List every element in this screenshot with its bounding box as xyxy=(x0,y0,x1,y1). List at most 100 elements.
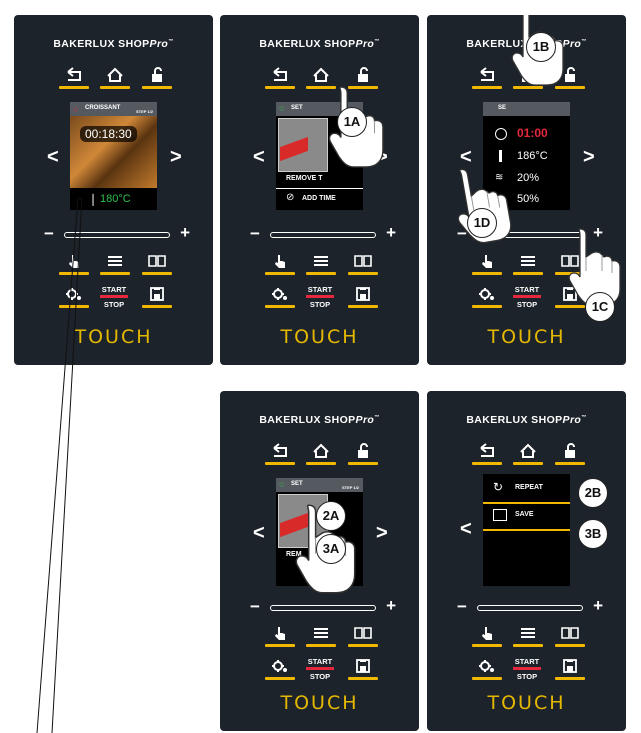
underline xyxy=(472,305,502,308)
menu-button[interactable] xyxy=(306,253,336,275)
slider-track[interactable] xyxy=(64,232,170,238)
back-button[interactable] xyxy=(59,67,89,89)
recipe-book-button[interactable] xyxy=(142,253,172,275)
underline xyxy=(306,462,336,465)
temp-row: ❘ 180°C xyxy=(70,188,157,210)
save-button[interactable] xyxy=(555,658,585,680)
next-arrow[interactable]: > xyxy=(376,523,388,543)
home-button[interactable] xyxy=(100,67,130,89)
menu-button[interactable] xyxy=(306,625,336,647)
recipe-book-button[interactable] xyxy=(555,625,585,647)
manual-mode-button[interactable] xyxy=(59,253,89,275)
manual-mode-button[interactable] xyxy=(472,625,502,647)
adjust-slider[interactable]: − + xyxy=(250,596,396,617)
adjust-slider[interactable]: − + xyxy=(44,223,190,244)
prev-arrow[interactable]: < xyxy=(253,147,265,167)
slider-track[interactable] xyxy=(270,605,376,611)
prev-arrow[interactable]: < xyxy=(460,519,472,539)
repeat-item[interactable]: REPEAT xyxy=(515,484,570,491)
back-button[interactable] xyxy=(472,67,502,89)
back-button[interactable] xyxy=(265,67,295,89)
oven-panel-1: BAKERLUX SHOPPro™ < > ○ CROISSANT STEP 1/2 0… xyxy=(14,15,213,365)
underline xyxy=(472,677,502,680)
start-bar xyxy=(513,667,541,670)
settings-button[interactable] xyxy=(265,286,295,308)
adjust-slider[interactable]: − + xyxy=(250,223,396,244)
minus-button[interactable]: − xyxy=(457,597,467,617)
adjust-slider[interactable]: − + xyxy=(457,596,603,617)
plus-button[interactable]: + xyxy=(180,223,190,243)
minus-button[interactable]: − xyxy=(44,224,54,244)
underline xyxy=(472,462,502,465)
start-bar xyxy=(306,667,334,670)
oven-panel-2: BAKERLUX SHOPPro™<> ○SETSTEP 1/2 REMOVE … xyxy=(220,15,419,365)
underline xyxy=(142,272,172,275)
callout-badge: 1A xyxy=(337,107,367,137)
recipe-book-button[interactable] xyxy=(348,253,378,275)
manual-mode-button[interactable] xyxy=(265,253,295,275)
unlock-button[interactable] xyxy=(348,443,378,465)
manual-mode-button[interactable] xyxy=(265,625,295,647)
next-arrow[interactable]: > xyxy=(170,147,182,167)
save-item[interactable]: SAVE xyxy=(515,511,570,518)
prev-arrow[interactable]: < xyxy=(253,523,265,543)
home-button[interactable] xyxy=(513,443,543,465)
prev-arrow[interactable]: < xyxy=(47,147,59,167)
brand-logo: BAKERLUX SHOPPro™ xyxy=(259,414,380,426)
brand-logo: BAKERLUX SHOPPro™ xyxy=(466,414,587,426)
humidity-value: 20% xyxy=(517,172,540,184)
menu-button[interactable] xyxy=(513,625,543,647)
start-stop-button[interactable]: START STOP xyxy=(300,655,340,685)
settings-button[interactable] xyxy=(59,286,89,308)
start-bar xyxy=(306,295,334,298)
start-label: START xyxy=(514,285,540,294)
menu-button[interactable] xyxy=(513,253,543,275)
plus-button[interactable]: + xyxy=(593,596,603,616)
temp-value: 186°C xyxy=(517,150,548,162)
plus-button[interactable]: + xyxy=(386,596,396,616)
add-time-item[interactable]: ADD TIME xyxy=(302,195,363,202)
start-label: START xyxy=(514,657,540,666)
program-screen: ○ CROISSANT STEP 1/2 00:18:30 ❘ 180°C xyxy=(70,102,157,210)
remove-tray-item[interactable]: REMOVE T xyxy=(286,175,363,182)
start-stop-button[interactable]: START STOP xyxy=(507,283,547,313)
save-button[interactable] xyxy=(348,286,378,308)
callout-badge: 1D xyxy=(467,208,497,238)
slider-track[interactable] xyxy=(477,605,583,611)
end-menu-screen: ↻ REPEAT SAVE xyxy=(483,474,570,586)
start-label: START xyxy=(307,657,333,666)
minus-button[interactable]: − xyxy=(250,597,260,617)
oven-panel-3: BAKERLUX SHOPPro™ < > SE 01:00 186°C ≋ 20%… xyxy=(427,15,626,365)
back-button[interactable] xyxy=(472,443,502,465)
manual-mode-button[interactable] xyxy=(472,253,502,275)
underline xyxy=(555,462,585,465)
menu-button[interactable] xyxy=(100,253,130,275)
unlock-button[interactable] xyxy=(142,67,172,89)
minus-button[interactable]: − xyxy=(250,224,260,244)
oven-panel-4: BAKERLUX SHOPPro™ < > ○ SET STEP 1/2 REM − + S… xyxy=(220,391,419,731)
touch-logo: TOUCH xyxy=(74,326,153,348)
recipe-book-button[interactable] xyxy=(348,625,378,647)
home-button[interactable] xyxy=(306,443,336,465)
underline xyxy=(513,644,543,647)
plus-button[interactable]: + xyxy=(386,223,396,243)
back-button[interactable] xyxy=(265,443,295,465)
underline xyxy=(265,272,295,275)
start-stop-button[interactable]: START STOP xyxy=(94,283,134,313)
start-stop-button[interactable]: START STOP xyxy=(300,283,340,313)
callout-badge: 2B xyxy=(578,478,608,508)
underline xyxy=(265,677,295,680)
underline xyxy=(306,644,336,647)
save-button[interactable] xyxy=(348,658,378,680)
settings-button[interactable] xyxy=(472,658,502,680)
save-button[interactable] xyxy=(142,286,172,308)
next-arrow[interactable]: > xyxy=(583,147,595,167)
underline xyxy=(348,677,378,680)
prev-arrow[interactable]: < xyxy=(460,147,472,167)
touch-logo: TOUCH xyxy=(280,692,359,714)
slider-track[interactable] xyxy=(270,232,376,238)
settings-button[interactable] xyxy=(472,286,502,308)
start-stop-button[interactable]: START STOP xyxy=(507,655,547,685)
unlock-button[interactable] xyxy=(555,443,585,465)
settings-button[interactable] xyxy=(265,658,295,680)
